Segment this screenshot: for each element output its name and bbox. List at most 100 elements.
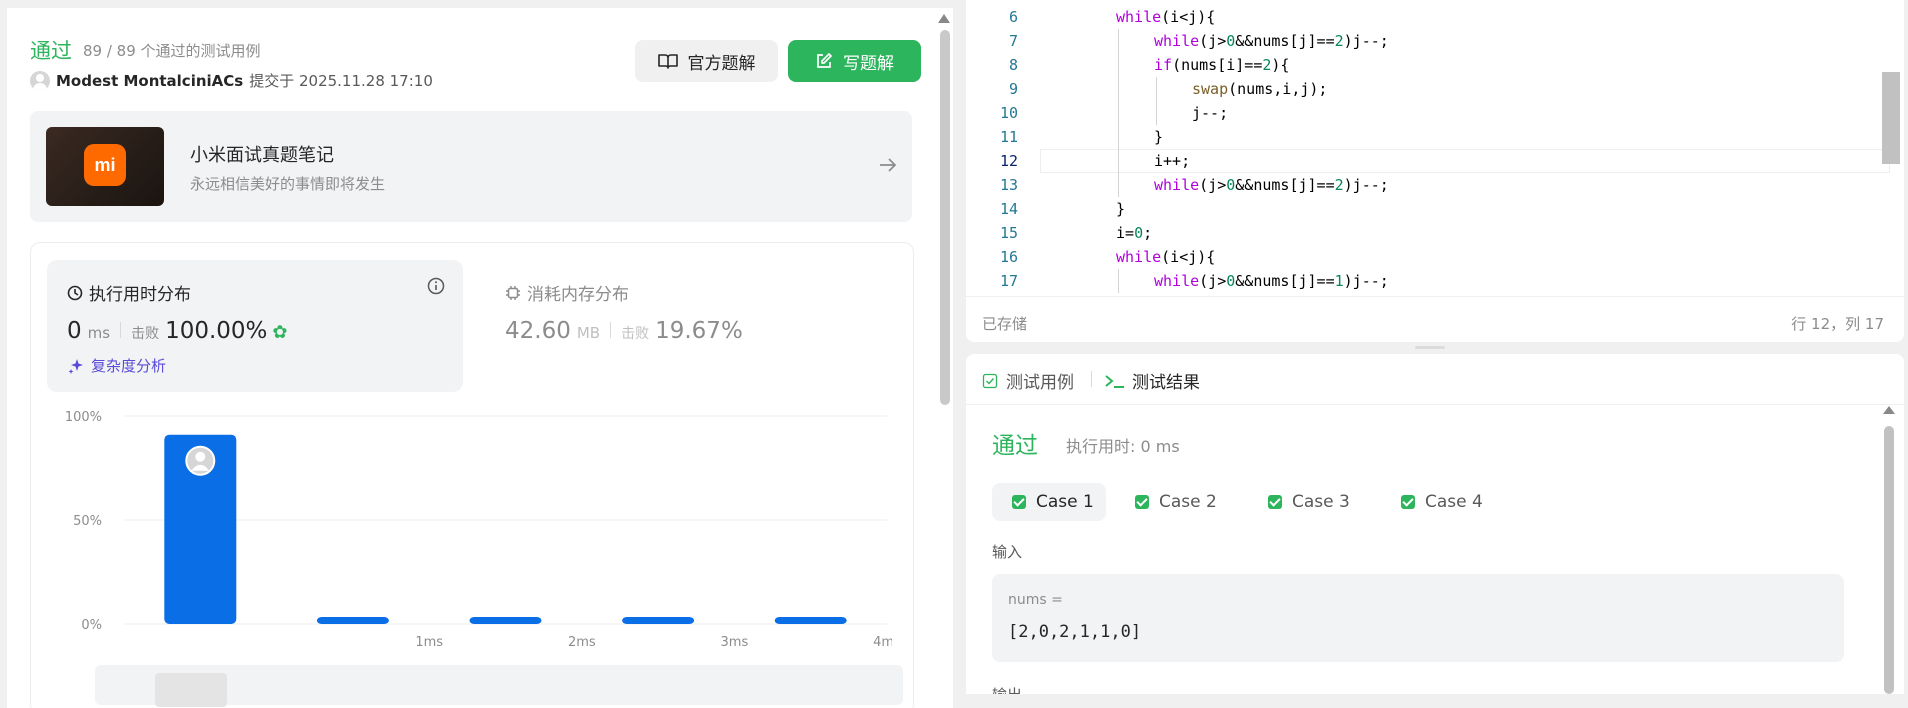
code-line[interactable]: 7 while(j>0&&nums[j]==2)j--;: [966, 29, 1866, 53]
info-icon[interactable]: [427, 277, 445, 295]
indent-guide: [1118, 173, 1119, 197]
code-token: 0: [1226, 176, 1236, 194]
status-label: 通过: [30, 39, 72, 63]
divider: [610, 322, 612, 338]
code-token: 0: [1134, 224, 1144, 242]
line-number: 11: [999, 128, 1018, 146]
username[interactable]: Modest MontalciniACs: [56, 72, 243, 90]
line-number: 12: [999, 152, 1018, 170]
runtime-distribution-box[interactable]: 执行用时分布 0 ms 击败 100.00% ✿ 复杂度分析: [47, 260, 463, 392]
code-text: j--;: [1192, 101, 1228, 125]
code-text: swap(nums,i,j);: [1192, 77, 1327, 101]
code-line[interactable]: 9 swap(nums,i,j);: [966, 77, 1866, 101]
beat-label: 击败: [621, 326, 650, 342]
result-tabs: 测试用例 测试结果: [966, 354, 1904, 405]
line-number: 13: [999, 176, 1018, 194]
editor-scrollbar[interactable]: [1882, 72, 1900, 164]
edit-icon: [817, 53, 832, 68]
indent-guide: [1118, 101, 1119, 125]
code-token: i++;: [1154, 152, 1191, 170]
memory-value: 42.60: [505, 318, 571, 344]
case-tab-3[interactable]: Case 3: [1248, 483, 1362, 521]
promo-description: 永远相信美好的事情即将发生: [190, 175, 386, 193]
memory-unit: MB: [576, 324, 601, 342]
write-solution-button[interactable]: 写题解: [788, 40, 921, 82]
case-tab-4[interactable]: Case 4: [1381, 483, 1495, 521]
avatar-head: [195, 451, 206, 462]
results-scrollbar[interactable]: [1884, 426, 1894, 694]
submitter-line: Modest MontalciniACs 提交于 2025.11.28 17:1…: [30, 70, 433, 91]
case-tab-2[interactable]: Case 2: [1115, 483, 1229, 521]
code-text: while(i<j){: [1116, 5, 1215, 29]
line-number: 6: [1008, 8, 1018, 26]
promo-image: mi: [46, 127, 164, 206]
code-token: )j--;: [1343, 176, 1389, 194]
official-solution-button[interactable]: 官方题解: [635, 40, 778, 82]
code-editor[interactable]: 6 while(i<j){7 while(j>0&&nums[j]==2)j--; 8…: [966, 0, 1904, 342]
case-tab-1[interactable]: Case 1: [992, 483, 1106, 521]
xiaomi-logo: mi: [84, 144, 126, 186]
range-handle[interactable]: [155, 673, 227, 707]
code-token: 0: [1226, 32, 1236, 50]
code-line[interactable]: 15 i=0;: [966, 221, 1866, 245]
code-token: (nums,i,j);: [1228, 80, 1328, 98]
code-line[interactable]: 8 if(nums[i]==2){: [966, 53, 1866, 77]
code-token: while: [1154, 32, 1200, 50]
code-line[interactable]: 14}: [966, 197, 1866, 221]
runtime-title-text: 执行用时分布: [89, 285, 191, 305]
result-runtime: 执行用时: 0 ms: [1066, 437, 1180, 456]
code-token: 0: [1226, 272, 1236, 290]
code-token: (j>: [1199, 272, 1227, 290]
write-solution-label: 写题解: [843, 53, 894, 74]
chart-bar: [469, 617, 542, 624]
indent-guide: [1118, 149, 1119, 173]
code-line[interactable]: 12 i++;: [966, 149, 1866, 173]
memory-title-text: 消耗内存分布: [527, 285, 629, 305]
promo-card[interactable]: mi 小米面试真题笔记 永远相信美好的事情即将发生: [30, 111, 912, 222]
line-number: 8: [1008, 56, 1018, 74]
indent-guide: [1156, 101, 1157, 125]
case-label: Case 4: [1425, 492, 1483, 512]
cursor-position: 行 12，列 17: [1791, 315, 1884, 333]
panel-resize-handle[interactable]: [1415, 346, 1445, 349]
memory-distribution-title[interactable]: 消耗内存分布: [505, 280, 629, 305]
left-scrollbar[interactable]: [935, 8, 953, 708]
code-token: &&nums[j]==: [1235, 176, 1335, 194]
promo-title: 小米面试真题笔记: [190, 145, 334, 166]
official-solution-label: 官方题解: [687, 53, 756, 74]
scrollbar-thumb[interactable]: [940, 30, 950, 405]
complexity-analysis-label: 复杂度分析: [91, 357, 167, 375]
beat-label: 击败: [131, 326, 160, 342]
code-text: if(nums[i]==2){: [1154, 53, 1289, 77]
code-token: &&nums[j]==: [1235, 32, 1335, 50]
code-token: while: [1116, 248, 1162, 266]
code-token: }: [1116, 200, 1126, 218]
scroll-up-arrow-icon[interactable]: [1883, 406, 1895, 414]
code-token: (j>: [1199, 32, 1227, 50]
code-text: i=0;: [1116, 221, 1152, 245]
chart-bar: [316, 617, 389, 624]
code-token: (i<j){: [1161, 248, 1216, 266]
scroll-up-arrow-icon[interactable]: [938, 14, 950, 23]
avatar[interactable]: [30, 70, 50, 91]
line-number: 10: [999, 104, 1018, 122]
chart-range-selector[interactable]: [95, 665, 903, 707]
tab-testcase[interactable]: 测试用例: [982, 368, 1074, 393]
code-token: }: [1154, 128, 1164, 146]
line-number: 17: [999, 272, 1018, 290]
code-line[interactable]: 10 j--;: [966, 101, 1866, 125]
code-line[interactable]: 16 while(i<j){: [966, 245, 1866, 269]
code-line[interactable]: 6 while(i<j){: [966, 5, 1866, 29]
code-token: while: [1154, 272, 1200, 290]
tab-test-result[interactable]: 测试结果: [1104, 368, 1200, 393]
code-line[interactable]: 17 while(j>0&&nums[j]==1)j--;: [966, 269, 1866, 293]
code-token: j--;: [1192, 104, 1229, 122]
code-line[interactable]: 13 while(j>0&&nums[j]==2)j--;: [966, 173, 1866, 197]
tab-divider: [1091, 371, 1092, 387]
code-token: 2: [1334, 32, 1344, 50]
check-icon: [1268, 495, 1282, 509]
chart-bar: [774, 617, 847, 624]
complexity-analysis-link[interactable]: 复杂度分析: [67, 355, 166, 376]
code-text: }: [1154, 125, 1163, 149]
code-line[interactable]: 11}: [966, 125, 1866, 149]
